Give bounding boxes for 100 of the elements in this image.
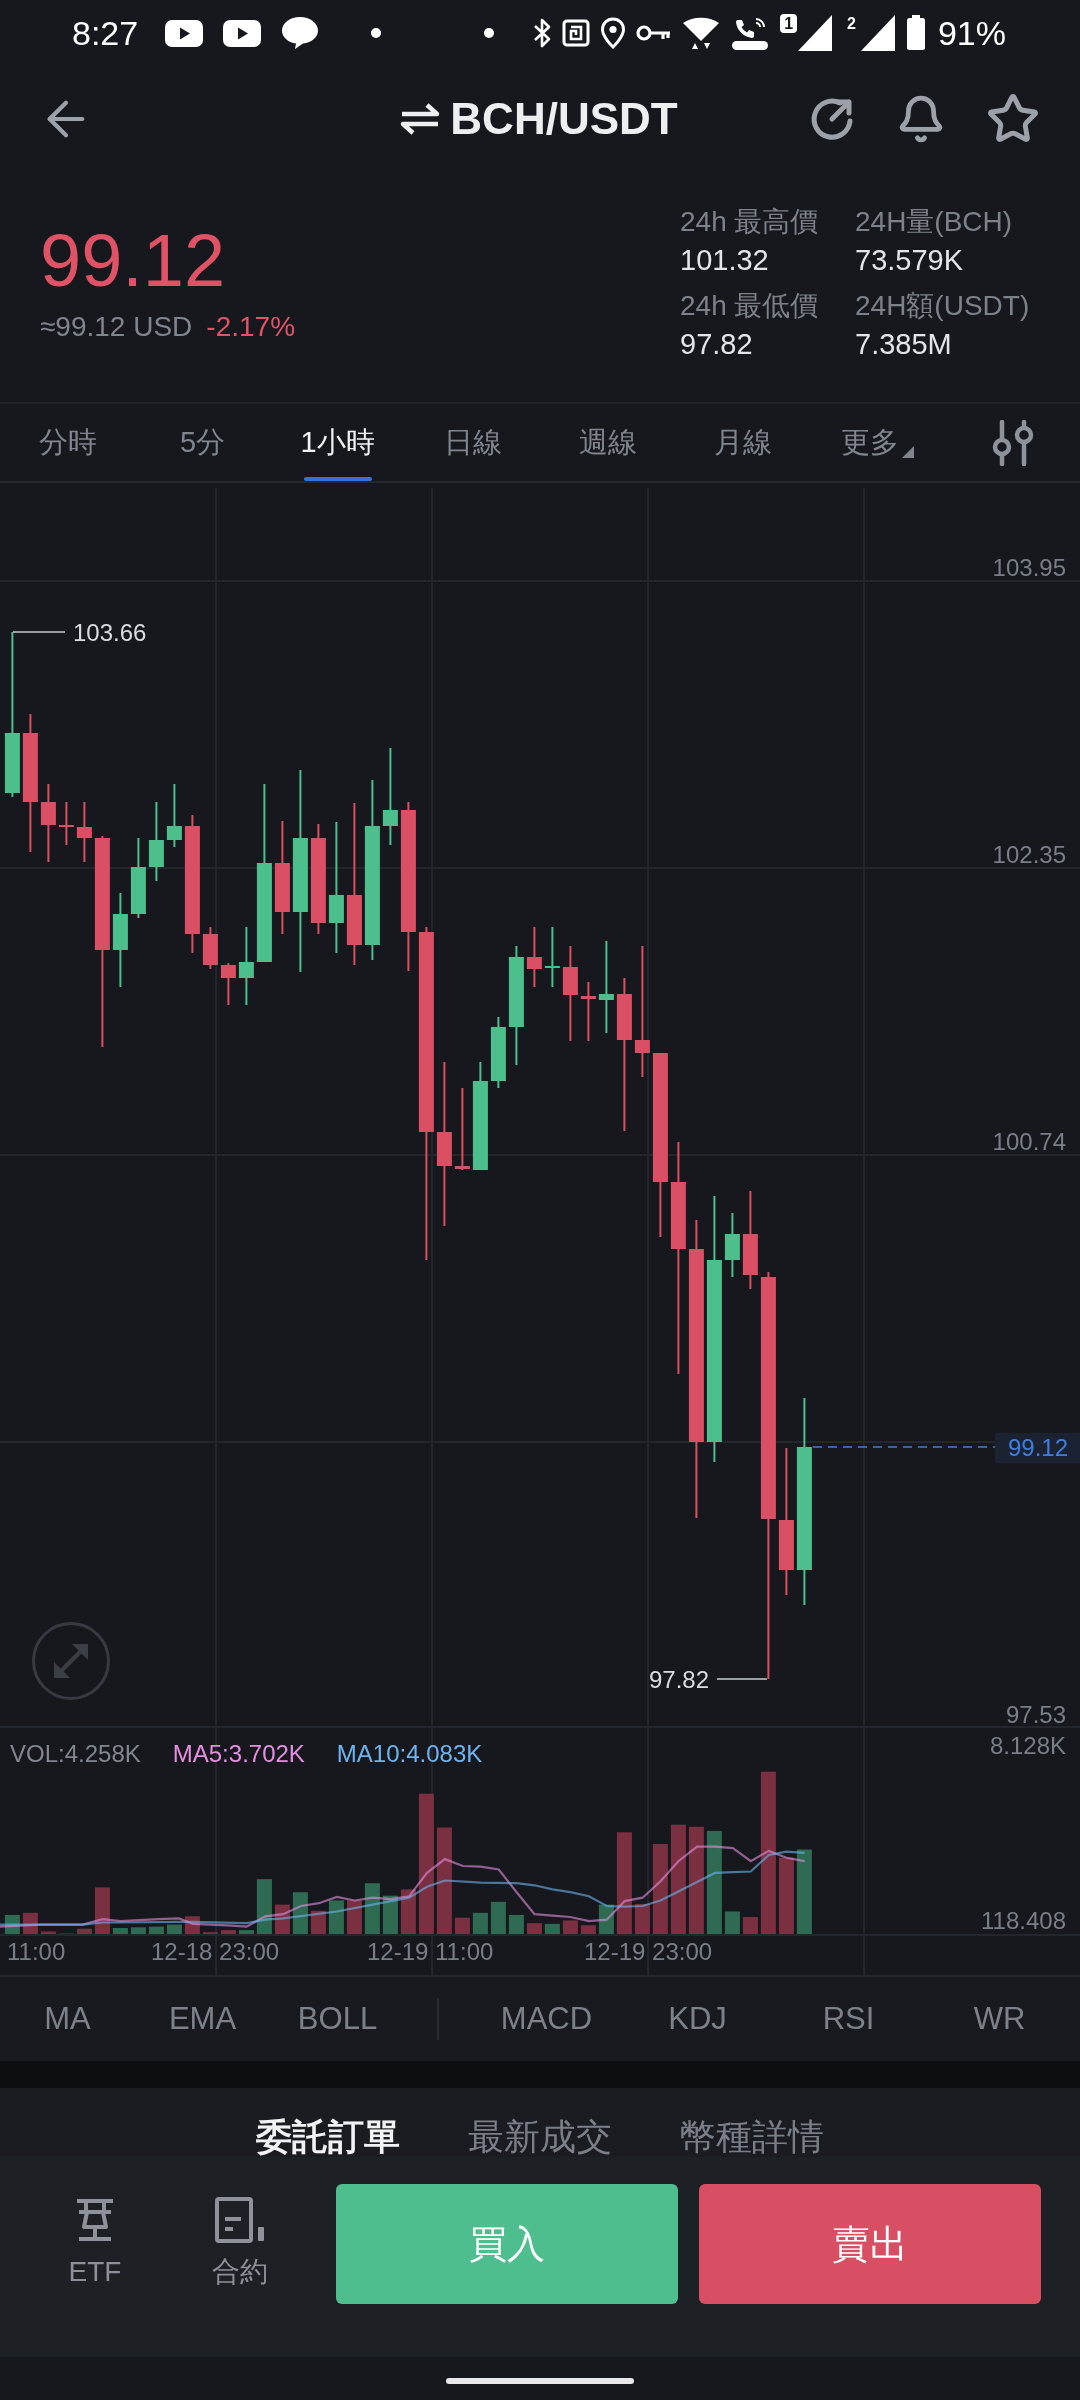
last-price: 99.12 (40, 220, 227, 302)
time-axis-label: 11:00 (7, 1938, 66, 1965)
volume-bar (400, 1889, 416, 1934)
signal-icon (859, 14, 896, 52)
interval-tab[interactable]: 分時 (0, 404, 135, 481)
volume-bar (220, 1930, 236, 1934)
candlestick (526, 926, 542, 988)
candlestick (544, 926, 560, 988)
detail-tab[interactable]: 幣種詳情 (646, 2117, 858, 2157)
fiat-price: ≈99.12 USD (40, 310, 193, 344)
volume-bar (4, 1914, 20, 1934)
candlestick (76, 801, 92, 863)
stat-label: 24h 最低價 (680, 289, 820, 323)
time-axis-label: 12-19 11:00 (367, 1938, 494, 1965)
price-change: -2.17% (206, 310, 296, 344)
status-time: 8:27 (72, 13, 139, 53)
indicator-button[interactable]: MACD (471, 1977, 622, 2061)
volume-bar (76, 1928, 92, 1934)
interval-tab[interactable]: 週線 (540, 404, 675, 481)
dot-icon (484, 28, 495, 38)
volume-bar (544, 1923, 560, 1934)
volume-bar (184, 1916, 200, 1934)
indicator-button[interactable]: MA (0, 1977, 135, 2061)
price-axis-label: 100.74 (992, 1128, 1066, 1155)
signal-icon (797, 14, 834, 52)
low-price-label: 97.82 (648, 1666, 709, 1693)
volume-bar (364, 1883, 380, 1934)
volume-bar (94, 1887, 110, 1934)
call-signal-icon (730, 16, 771, 50)
volume-bar (580, 1925, 596, 1934)
bluetooth-icon (532, 17, 553, 49)
dot-icon (371, 28, 382, 38)
sell-button[interactable]: 賣出 (699, 2184, 1041, 2304)
sliders-icon (990, 419, 1035, 466)
detail-tab[interactable]: 委託訂單 (222, 2117, 434, 2157)
time-axis-label: 12-19 23:00 (584, 1938, 713, 1965)
candlestick (202, 926, 218, 970)
interval-tab[interactable]: 1小時 (270, 404, 405, 481)
swap-arrows-icon (400, 102, 441, 136)
volume-legend: MA10:4.083K (336, 1740, 483, 1768)
interval-tab[interactable]: 月線 (675, 404, 810, 481)
indicator-button[interactable]: KDJ (622, 1977, 773, 2061)
volume-bar (166, 1924, 182, 1934)
battery-icon (905, 15, 926, 51)
indicator-button[interactable]: EMA (135, 1977, 270, 2061)
interval-tab[interactable]: 更多 (810, 404, 945, 481)
price-axis-label: 103.95 (992, 554, 1066, 581)
volume-bar (634, 1903, 650, 1934)
shortcut-button[interactable]: ETF (40, 2184, 150, 2289)
volume-legend: VOL:4.258K (10, 1740, 141, 1768)
detail-tab[interactable]: 最新成交 (434, 2117, 646, 2157)
stat-value: 7.385M (855, 327, 953, 362)
shortcut-button[interactable]: 合約 (185, 2184, 295, 2289)
volume-bar (346, 1900, 362, 1934)
volume-axis-label: 8.128K (989, 1732, 1066, 1759)
leader-line (12, 631, 66, 633)
play-icon (165, 19, 204, 47)
volume-bar (454, 1917, 470, 1934)
wifi-icon (682, 16, 721, 50)
volume-bar (310, 1910, 326, 1934)
interval-tab[interactable]: 5分 (135, 404, 270, 481)
volume-axis-label: 118.408 (981, 1907, 1066, 1934)
sim-number: 1 (780, 14, 798, 33)
candlestick (580, 981, 596, 1042)
indicator-button[interactable]: RSI (773, 1977, 924, 2061)
volume-bar (22, 1912, 38, 1934)
pair-selector-button[interactable]: BCH/USDT (400, 94, 678, 144)
stat-label: 24H量(BCH) (855, 205, 1014, 239)
document-icon (215, 2197, 265, 2243)
expand-arrows-icon (51, 1641, 91, 1681)
stat-label: 24h 最高價 (680, 205, 820, 239)
volume-bar (148, 1926, 164, 1934)
candlestick (220, 962, 236, 1006)
volume-bar (382, 1895, 398, 1934)
volume-bar (598, 1904, 614, 1934)
volume-bar (40, 1931, 56, 1934)
stat-value: 73.579K (855, 243, 965, 278)
price-axis-label: 97.53 (1005, 1701, 1066, 1728)
location-pin-icon (600, 17, 627, 49)
candlestick (724, 1212, 740, 1278)
volume-legend: MA5:3.702K (172, 1740, 305, 1768)
play-icon (223, 19, 262, 47)
caret-icon (902, 445, 914, 458)
volume-bar (724, 1911, 740, 1934)
indicator-button[interactable]: BOLL (270, 1977, 405, 2061)
high-price-label: 103.66 (73, 619, 147, 646)
candlestick (166, 783, 182, 848)
volume-bar (328, 1900, 344, 1934)
chat-bubble-icon (281, 16, 320, 50)
volume-bar (472, 1912, 488, 1934)
candlestick (58, 801, 74, 846)
volume-bar (508, 1914, 524, 1934)
interval-tab[interactable]: 日線 (405, 404, 540, 481)
stat-label: 24H額(USDT) (855, 289, 1031, 323)
indicator-button[interactable]: WR (924, 1977, 1075, 2061)
price-axis-label: 102.35 (992, 841, 1066, 868)
volume-bar (112, 1928, 128, 1934)
volume-bar (238, 1930, 254, 1934)
etf-icon (74, 2197, 116, 2243)
volume-bar (526, 1923, 542, 1934)
